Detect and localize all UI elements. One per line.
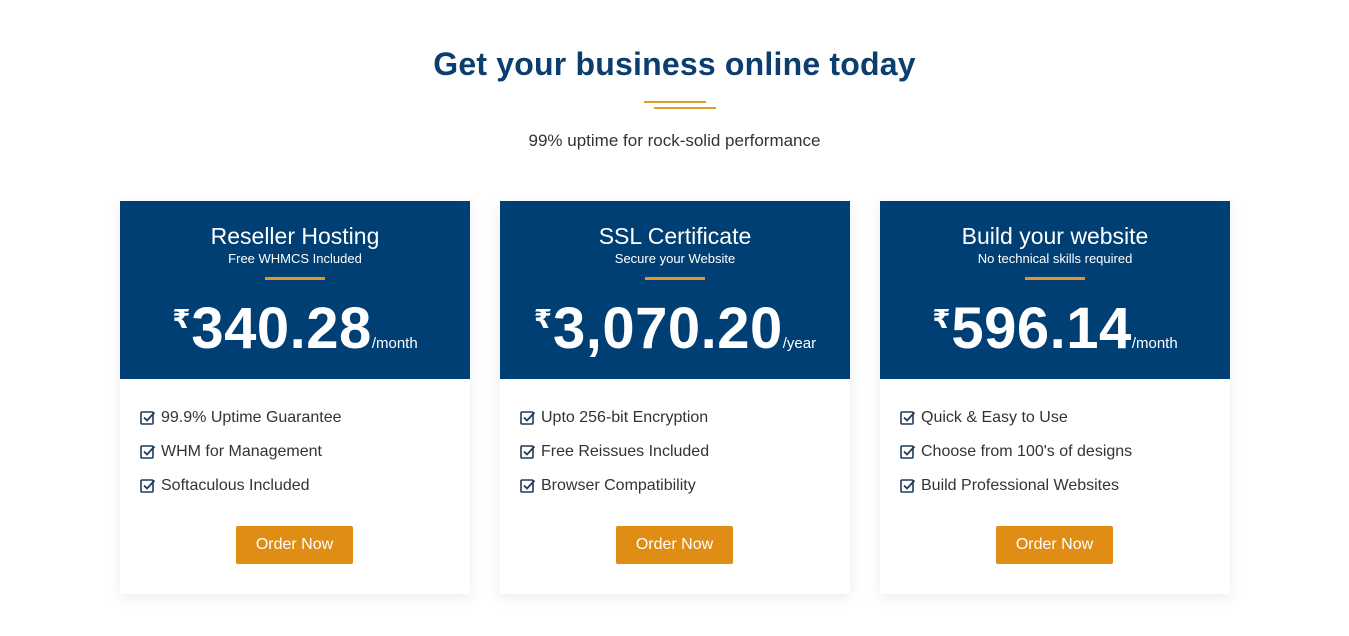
currency-symbol: ₹ bbox=[932, 304, 951, 334]
check-square-icon bbox=[140, 411, 156, 425]
price: ₹ 3,070.20 /year bbox=[500, 296, 850, 362]
pricing-section: Get your business online today 99% uptim… bbox=[0, 0, 1349, 636]
feature-label: 99.9% Uptime Guarantee bbox=[161, 409, 342, 426]
currency-symbol: ₹ bbox=[533, 304, 552, 334]
feature-label: Free Reissues Included bbox=[541, 443, 710, 460]
price-amount: 340.28 bbox=[191, 296, 372, 361]
card-subtitle: Secure your Website bbox=[614, 251, 736, 266]
price: ₹ 340.28 /month bbox=[120, 296, 470, 362]
check-square-icon bbox=[900, 479, 916, 493]
feature-item: Choose from 100's of designs bbox=[900, 435, 1230, 469]
card-subtitle: Free WHMCS Included bbox=[228, 251, 362, 266]
feature-item: 99.9% Uptime Guarantee bbox=[140, 401, 470, 435]
feature-list: 99.9% Uptime Guarantee WHM for Managemen… bbox=[120, 379, 470, 503]
check-square-icon bbox=[900, 445, 916, 459]
feature-list: Upto 256-bit Encryption Free Reissues In… bbox=[500, 379, 850, 503]
price-amount: 3,070.20 bbox=[552, 296, 783, 361]
pricing-card-reseller-hosting: Reseller Hosting Free WHMCS Included ₹ 3… bbox=[120, 201, 470, 594]
feature-item: Quick & Easy to Use bbox=[900, 401, 1230, 435]
card-title: Build your website bbox=[961, 223, 1149, 249]
check-square-icon bbox=[520, 479, 536, 493]
card-subtitle: No technical skills required bbox=[977, 251, 1133, 266]
check-square-icon bbox=[140, 445, 156, 459]
feature-item: Browser Compatibility bbox=[520, 469, 850, 503]
order-now-button[interactable]: Order Now bbox=[996, 526, 1113, 564]
feature-label: WHM for Management bbox=[161, 443, 322, 460]
feature-label: Choose from 100's of designs bbox=[921, 443, 1133, 460]
feature-label: Upto 256-bit Encryption bbox=[541, 409, 709, 426]
check-square-icon bbox=[140, 479, 156, 493]
feature-label: Browser Compatibility bbox=[541, 477, 696, 494]
price-period: /year bbox=[782, 335, 817, 352]
card-divider bbox=[1025, 277, 1085, 280]
divider-line-bottom bbox=[654, 107, 716, 109]
feature-label: Quick & Easy to Use bbox=[921, 409, 1068, 426]
feature-item: Build Professional Websites bbox=[900, 469, 1230, 503]
card-header: Reseller Hosting Free WHMCS Included ₹ 3… bbox=[120, 201, 470, 379]
price: ₹ 596.14 /month bbox=[880, 296, 1230, 362]
card-divider bbox=[265, 277, 325, 280]
feature-item: WHM for Management bbox=[140, 435, 470, 469]
card-header: SSL Certificate Secure your Website ₹ 3,… bbox=[500, 201, 850, 379]
price-amount: 596.14 bbox=[951, 296, 1132, 361]
divider-line-top bbox=[644, 101, 706, 103]
section-subtitle: 99% uptime for rock-solid performance bbox=[528, 131, 821, 150]
check-square-icon bbox=[520, 411, 536, 425]
card-title: SSL Certificate bbox=[598, 223, 752, 249]
feature-item: Upto 256-bit Encryption bbox=[520, 401, 850, 435]
price-period: /month bbox=[1131, 335, 1178, 352]
feature-list: Quick & Easy to Use Choose from 100's of… bbox=[880, 379, 1230, 503]
check-square-icon bbox=[900, 411, 916, 425]
feature-item: Softaculous Included bbox=[140, 469, 470, 503]
currency-symbol: ₹ bbox=[172, 304, 191, 334]
feature-label: Build Professional Websites bbox=[921, 477, 1120, 494]
card-title: Reseller Hosting bbox=[210, 223, 380, 249]
title-divider bbox=[644, 101, 716, 111]
order-now-button[interactable]: Order Now bbox=[236, 526, 353, 564]
order-now-button[interactable]: Order Now bbox=[616, 526, 733, 564]
feature-label: Softaculous Included bbox=[161, 477, 310, 494]
price-period: /month bbox=[371, 335, 418, 352]
card-divider bbox=[645, 277, 705, 280]
section-title: Get your business online today bbox=[433, 46, 916, 82]
card-header: Build your website No technical skills r… bbox=[880, 201, 1230, 379]
feature-item: Free Reissues Included bbox=[520, 435, 850, 469]
pricing-card-build-website: Build your website No technical skills r… bbox=[880, 201, 1230, 594]
pricing-card-ssl-certificate: SSL Certificate Secure your Website ₹ 3,… bbox=[500, 201, 850, 594]
check-square-icon bbox=[520, 445, 536, 459]
